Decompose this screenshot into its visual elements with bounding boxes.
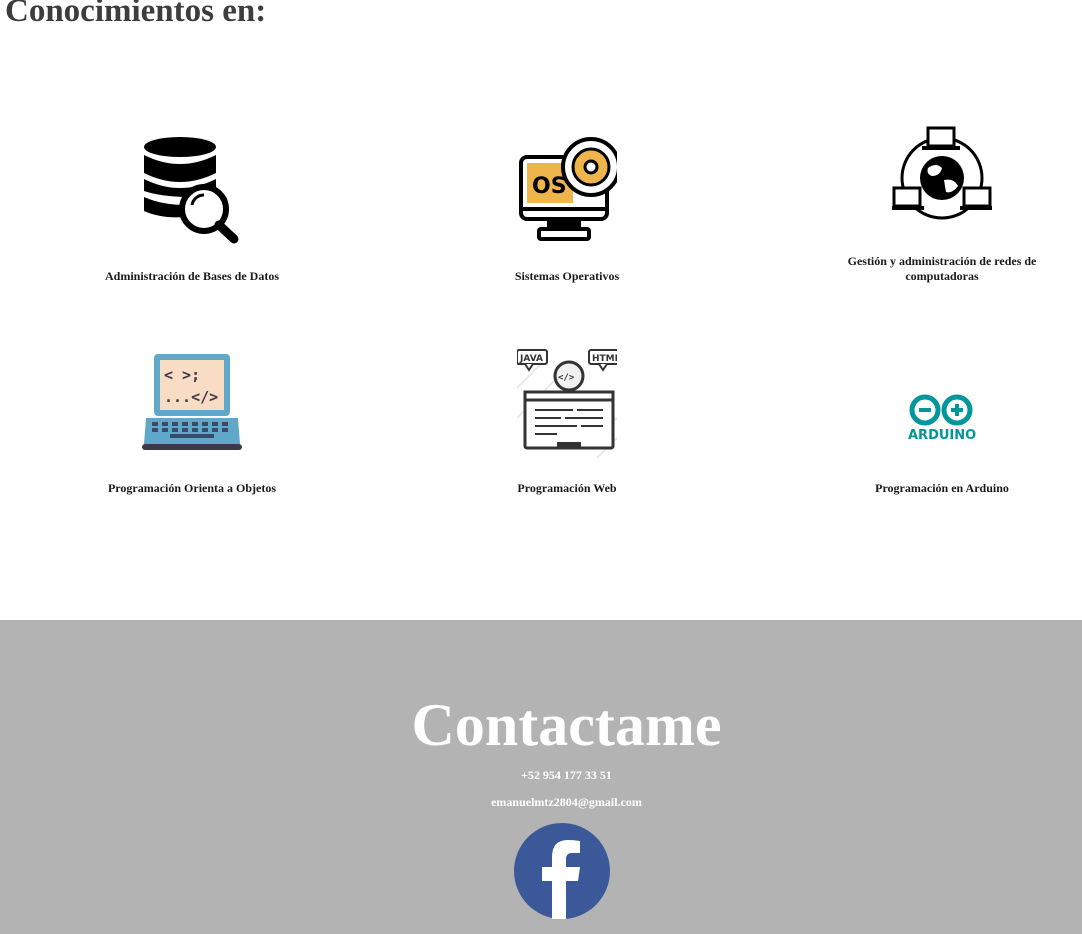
laptop-code-line1: < >; — [164, 366, 200, 384]
skill-label: Programación en Arduino — [875, 481, 1009, 495]
database-search-icon — [142, 135, 242, 245]
laptop-code-line2: ...</> — [164, 388, 218, 406]
skill-label: Programación Web — [517, 481, 617, 495]
laptop-code-icon: < >; ...</> — [142, 348, 242, 458]
html-tag-text: HTML — [592, 354, 617, 364]
os-badge-text: OS — [532, 174, 567, 199]
operating-system-icon: OS — [517, 135, 617, 245]
web-programming-icon: JAVA HTML </> — [517, 348, 617, 458]
java-tag-text: JAVA — [519, 354, 543, 364]
contact-email: emanuelmtz2804@gmail.com — [491, 795, 642, 809]
skill-label: Gestión y administración de redes de com… — [847, 254, 1037, 283]
facebook-icon — [514, 823, 610, 919]
skill-label: Programación Orienta a Objetos — [107, 481, 277, 495]
skill-label: Administración de Bases de Datos — [104, 269, 279, 283]
skill-label: Sistemas Operativos — [514, 269, 620, 283]
contact-title: Contactame — [411, 692, 722, 758]
contact-phone: +52 954 177 33 51 — [521, 768, 612, 782]
network-globe-icon — [892, 122, 992, 232]
code-tag-text: </> — [558, 373, 575, 383]
arduino-logo-text: ARDUINO — [908, 428, 976, 443]
section-title: Conocimientos en: — [5, 0, 267, 29]
facebook-link[interactable] — [514, 823, 610, 919]
arduino-logo: ARDUINO — [907, 390, 977, 446]
contact-footer: Contactame +52 954 177 33 51 emanuelmtz2… — [0, 620, 1082, 934]
